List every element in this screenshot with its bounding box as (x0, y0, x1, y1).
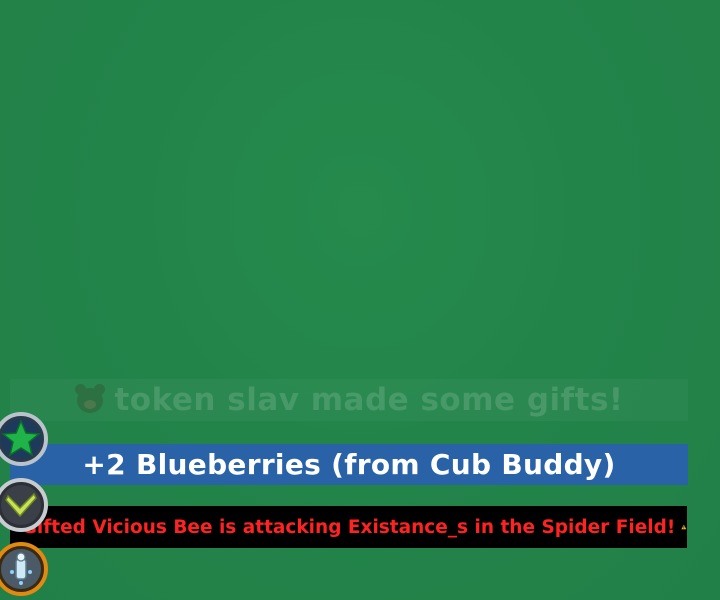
warning-icon (681, 524, 687, 530)
star-badge-icon (0, 412, 48, 466)
fading-notification: token slav made some gifts! (10, 379, 688, 421)
ability-buttons (0, 412, 52, 600)
bear-face-icon (74, 384, 106, 416)
sprinkler-badge-icon (0, 542, 48, 596)
star-badge-button[interactable] (0, 412, 48, 466)
reward-notification: +2 Blueberries (from Cub Buddy) (10, 444, 688, 485)
boomerang-badge-icon (0, 478, 48, 532)
fading-notification-text: token slav made some gifts! (114, 382, 624, 418)
alert-notification: Gifted Vicious Bee is attacking Existanc… (10, 506, 687, 548)
sprinkler-badge-button[interactable] (0, 542, 48, 596)
reward-notification-text: +2 Blueberries (from Cub Buddy) (82, 448, 616, 481)
boomerang-badge-button[interactable] (0, 478, 48, 532)
alert-notification-text: Gifted Vicious Bee is attacking Existanc… (21, 516, 676, 538)
